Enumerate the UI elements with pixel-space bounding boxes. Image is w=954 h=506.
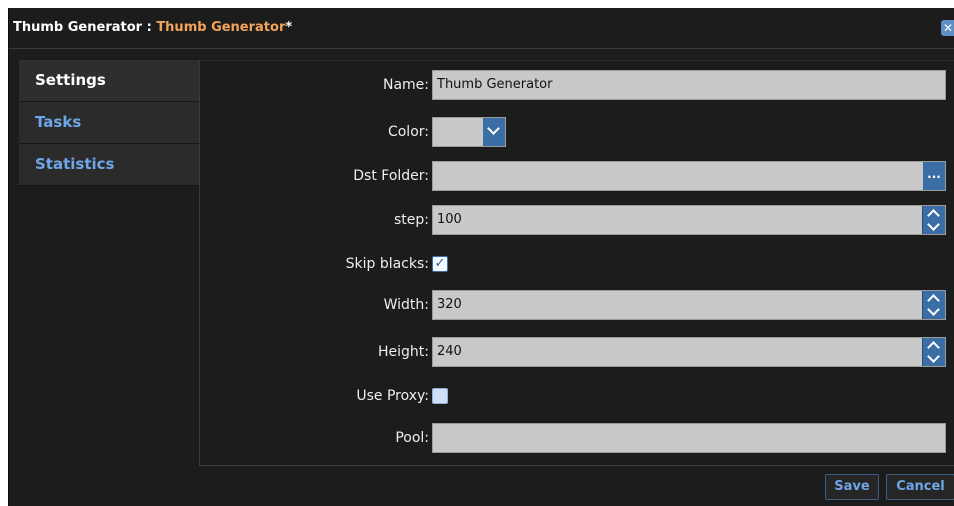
use-proxy-checkbox[interactable] bbox=[432, 388, 448, 404]
use-proxy-row: Use Proxy: bbox=[200, 380, 954, 412]
sidebar-item-settings[interactable]: Settings bbox=[19, 60, 199, 102]
width-row: Width: 320 bbox=[200, 289, 954, 321]
sidebar: Settings Tasks Statistics bbox=[19, 60, 199, 186]
step-stepper[interactable]: 100 bbox=[432, 205, 946, 235]
color-label: Color: bbox=[387, 124, 429, 140]
skip-blacks-row: Skip blacks: ✓ bbox=[200, 248, 954, 280]
thumb-generator-dialog: Thumb Generator : Thumb Generator* ✕ Set… bbox=[8, 8, 954, 506]
pool-label: Pool: bbox=[395, 430, 429, 446]
dst-folder-label: Dst Folder: bbox=[353, 168, 429, 184]
step-value: 100 bbox=[437, 212, 462, 227]
close-icon[interactable]: ✕ bbox=[941, 20, 954, 36]
pool-row: Pool: bbox=[200, 422, 954, 454]
cancel-button[interactable]: Cancel bbox=[886, 474, 954, 500]
dialog-title: Thumb Generator : Thumb Generator* bbox=[13, 20, 292, 35]
name-input[interactable]: Thumb Generator bbox=[432, 70, 946, 100]
save-button[interactable]: Save bbox=[825, 474, 879, 500]
width-spinner-icon[interactable] bbox=[922, 291, 945, 319]
color-picker[interactable] bbox=[432, 117, 506, 147]
title-modified-marker: * bbox=[285, 20, 293, 35]
skip-blacks-checkbox[interactable]: ✓ bbox=[432, 256, 448, 272]
step-spinner-icon[interactable] bbox=[922, 206, 945, 234]
title-prefix: Thumb Generator : bbox=[13, 20, 157, 35]
step-row: step: 100 bbox=[200, 204, 954, 236]
height-stepper[interactable]: 240 bbox=[432, 337, 946, 367]
sidebar-item-statistics[interactable]: Statistics bbox=[19, 144, 199, 186]
width-value: 320 bbox=[437, 297, 462, 312]
use-proxy-label: Use Proxy: bbox=[356, 388, 429, 404]
dst-folder-input[interactable]: ... bbox=[432, 161, 946, 191]
dst-folder-row: Dst Folder: ... bbox=[200, 160, 954, 192]
browse-icon[interactable]: ... bbox=[923, 162, 945, 190]
title-name: Thumb Generator bbox=[156, 20, 286, 35]
height-value: 240 bbox=[437, 344, 462, 359]
color-row: Color: bbox=[200, 116, 954, 148]
width-label: Width: bbox=[383, 297, 429, 313]
name-label: Name: bbox=[382, 77, 429, 93]
name-row: Name: Thumb Generator bbox=[200, 69, 954, 101]
dialog-titlebar: Thumb Generator : Thumb Generator* ✕ bbox=[9, 8, 954, 49]
height-label: Height: bbox=[378, 344, 429, 360]
pool-input[interactable] bbox=[432, 423, 946, 453]
skip-blacks-label: Skip blacks: bbox=[345, 256, 429, 272]
step-label: step: bbox=[394, 212, 429, 228]
height-spinner-icon[interactable] bbox=[922, 338, 945, 366]
width-stepper[interactable]: 320 bbox=[432, 290, 946, 320]
chevron-down-icon[interactable] bbox=[483, 118, 505, 146]
height-row: Height: 240 bbox=[200, 336, 954, 368]
sidebar-item-tasks[interactable]: Tasks bbox=[19, 102, 199, 144]
settings-panel: Name: Thumb Generator Color: Dst Folder:… bbox=[199, 60, 954, 466]
